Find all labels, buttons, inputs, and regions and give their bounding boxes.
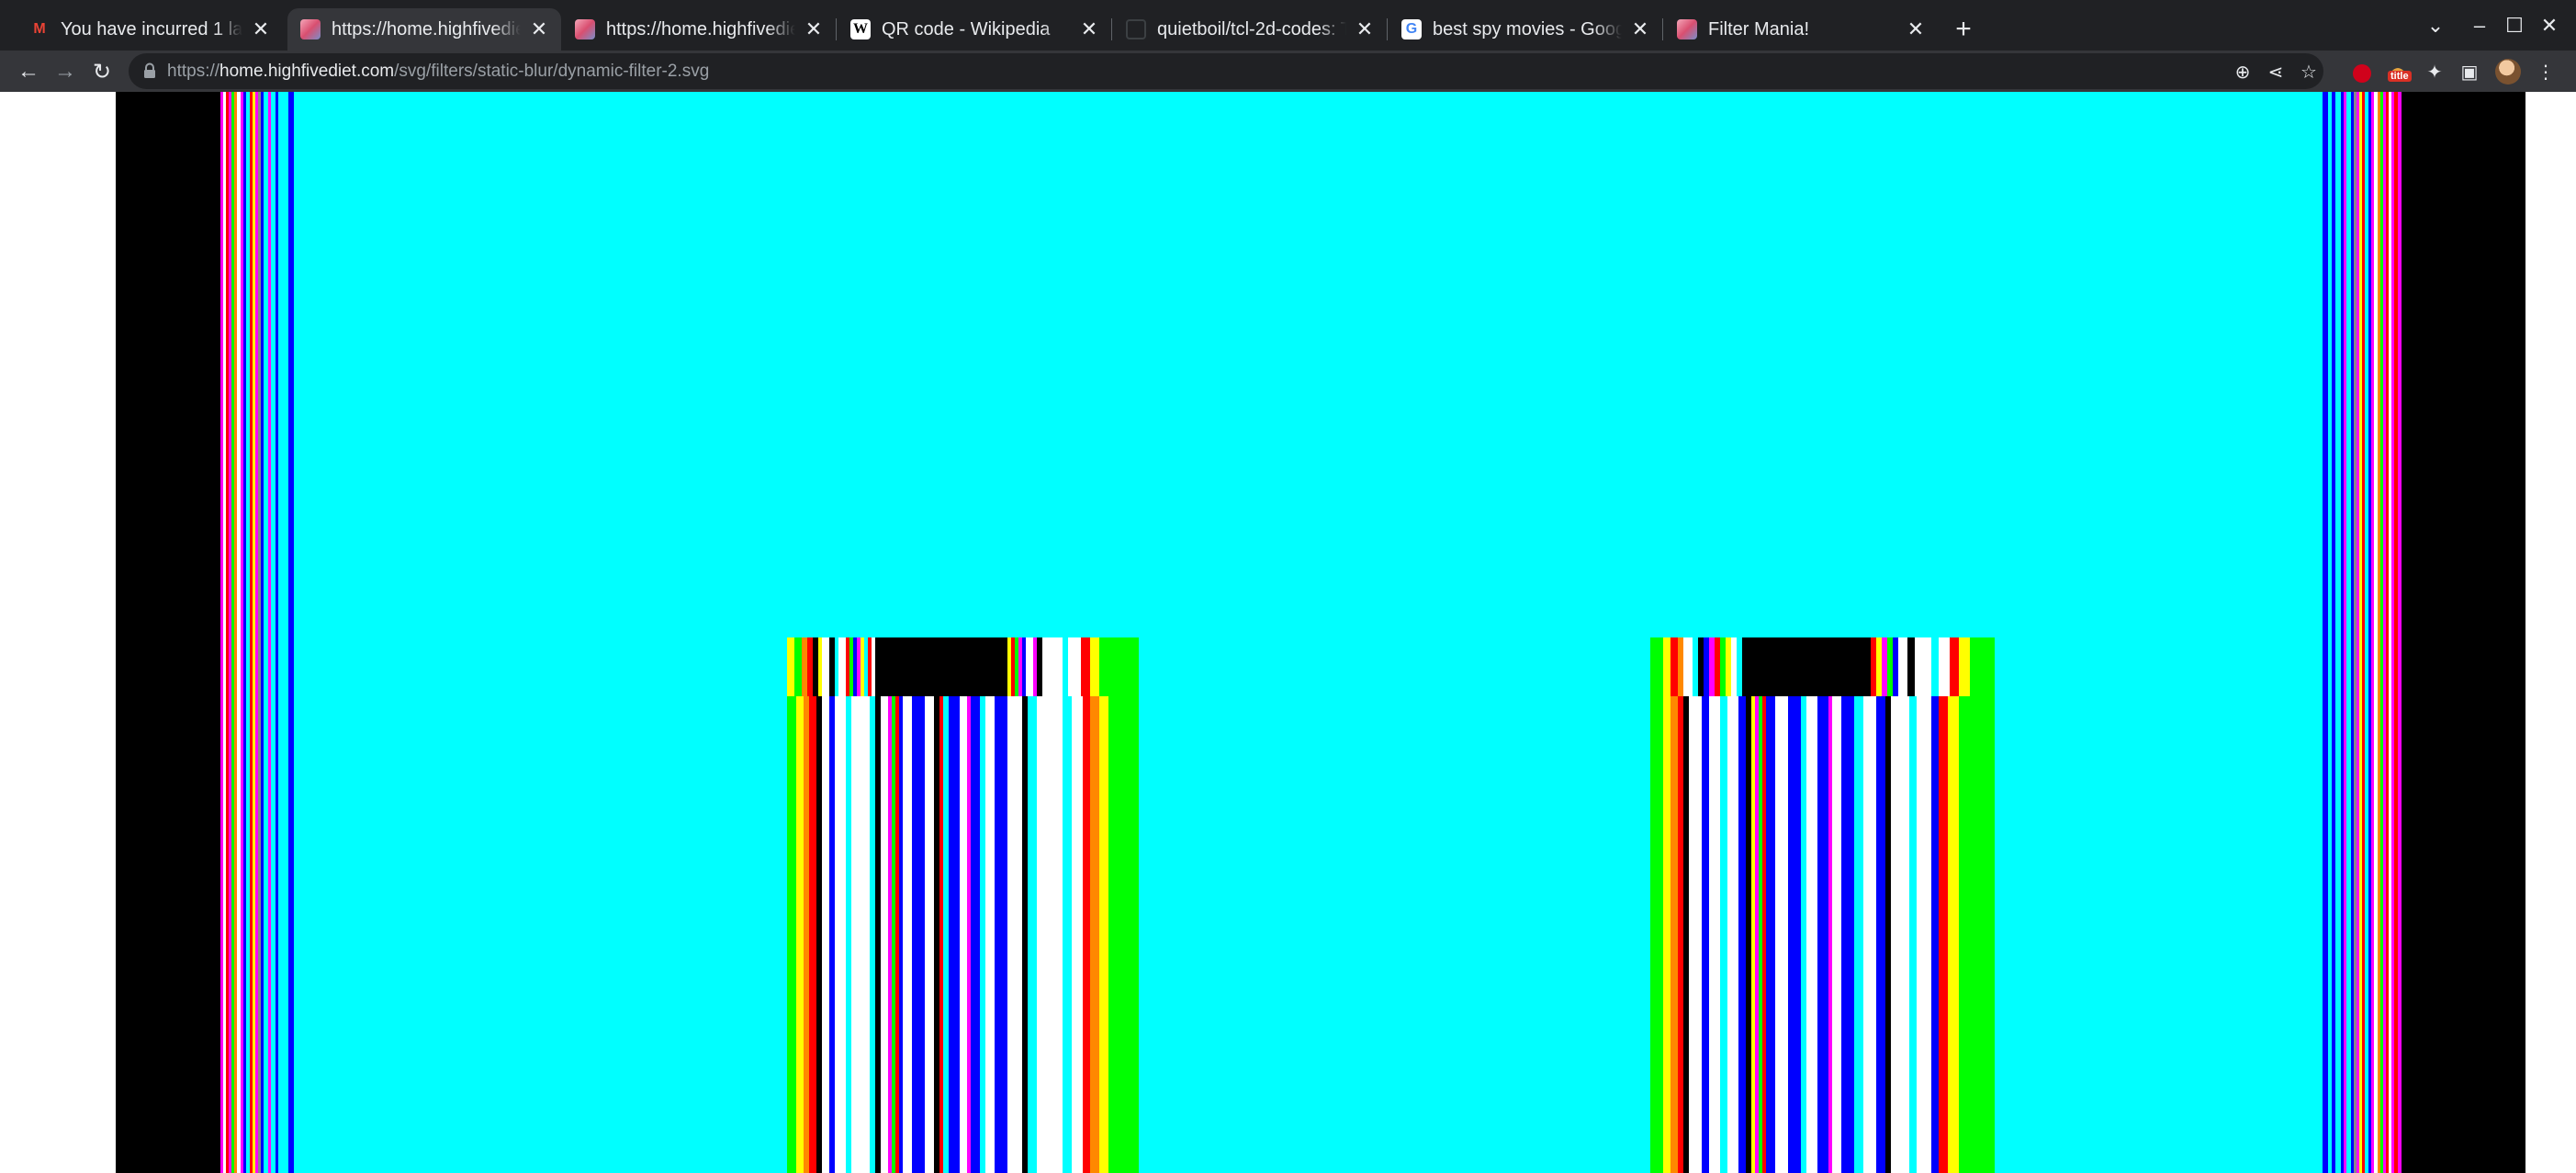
- tab-filter-mania[interactable]: Filter Mania! ✕: [1664, 8, 1938, 51]
- side-panel-icon[interactable]: ▣: [2456, 58, 2483, 85]
- title-badge: title: [2388, 71, 2412, 82]
- wikipedia-icon: W: [850, 19, 871, 39]
- tab-close-icon[interactable]: ✕: [803, 17, 825, 40]
- left-stripe-band: [220, 92, 298, 1173]
- tab-strip: M You have incurred 1 large ✕ https://ho…: [0, 0, 2576, 51]
- tab-close-icon[interactable]: ✕: [1354, 17, 1376, 40]
- share-icon[interactable]: ⋖: [2261, 57, 2290, 86]
- tab-title: best spy movies - Google: [1433, 18, 1622, 39]
- tab-close-icon[interactable]: ✕: [1078, 17, 1100, 40]
- gmail-icon: M: [33, 21, 46, 37]
- tab-qr-code-wikipedia[interactable]: W QR code - Wikipedia ✕: [838, 8, 1111, 51]
- extension-title-icon[interactable]: title: [2384, 58, 2412, 85]
- left-pillar: [787, 637, 1139, 1173]
- new-tab-button[interactable]: +: [1947, 13, 1980, 46]
- github-icon: [1126, 19, 1146, 39]
- tab-close-icon[interactable]: ✕: [1905, 17, 1927, 40]
- tab-title: Filter Mania!: [1708, 18, 1810, 39]
- pink-filter-icon: [1677, 19, 1697, 39]
- tab-title: quietboil/tcl-2d-codes: TC: [1157, 18, 1346, 39]
- tab-separator: [1662, 18, 1663, 40]
- tab-title: https://home.highfivediet: [332, 18, 521, 39]
- tab-title: QR code - Wikipedia: [882, 18, 1051, 39]
- minimize-button[interactable]: –: [2461, 7, 2498, 44]
- maximize-button[interactable]: ☐: [2496, 7, 2533, 44]
- tab-search-button[interactable]: ⌄: [2417, 7, 2454, 44]
- window-close-button[interactable]: ✕: [2531, 7, 2568, 44]
- tab-gmail[interactable]: M You have incurred 1 large ✕: [17, 8, 283, 51]
- url-text[interactable]: https://home.highfivediet.com/svg/filter…: [167, 53, 709, 89]
- url-host: home.highfivediet.com: [219, 62, 395, 81]
- tab-close-icon[interactable]: ✕: [528, 17, 550, 40]
- tab-separator: [1387, 18, 1388, 40]
- url-scheme: https://: [167, 62, 220, 81]
- reload-button[interactable]: ↻: [84, 54, 119, 89]
- tab-github[interactable]: quietboil/tcl-2d-codes: TC ✕: [1113, 8, 1387, 51]
- bookmark-star-icon[interactable]: ☆: [2294, 57, 2323, 86]
- tab-close-icon[interactable]: ✕: [250, 17, 272, 40]
- pink-filter-icon: [300, 19, 321, 39]
- tab-google-search[interactable]: G best spy movies - Google ✕: [1389, 8, 1662, 51]
- page-viewport: [0, 92, 2576, 1173]
- extensions-puzzle-icon[interactable]: ✦: [2421, 58, 2448, 85]
- pink-filter-icon: [575, 19, 595, 39]
- tab-separator: [1111, 18, 1112, 40]
- profile-avatar[interactable]: [2495, 59, 2521, 85]
- cyan-background: [294, 92, 2319, 1173]
- right-pillar-cap-shadow: [1773, 637, 1871, 696]
- chrome-menu-icon[interactable]: ⋮: [2532, 58, 2559, 85]
- right-pillar: [1650, 637, 1995, 1173]
- address-bar[interactable]: https://home.highfivediet.com/svg/filter…: [129, 53, 2323, 89]
- left-pillar-cap-shadow: [916, 637, 1007, 696]
- browser-toolbar: ← → ↻ https://home.highfivediet.com/svg/…: [0, 51, 2576, 92]
- tab-dynamic-filter-2[interactable]: https://home.highfivediet ✕: [287, 8, 561, 51]
- red-badge-icon: [2353, 64, 2371, 83]
- lock-icon[interactable]: [143, 62, 156, 79]
- url-path: /svg/filters/static-blur/dynamic-filter-…: [394, 62, 710, 81]
- tab-highfivediet[interactable]: https://home.highfivediet ✕: [562, 8, 836, 51]
- left-pillar-shaft: [787, 696, 1139, 1173]
- tab-title: You have incurred 1 large: [61, 18, 242, 39]
- back-button[interactable]: ←: [11, 54, 46, 89]
- right-pillar-shaft: [1650, 696, 1995, 1173]
- tab-close-icon[interactable]: ✕: [1629, 17, 1651, 40]
- zoom-icon[interactable]: ⊕: [2228, 57, 2257, 86]
- extension-red-icon[interactable]: [2348, 58, 2376, 85]
- tab-title: https://home.highfivediet: [606, 18, 795, 39]
- tab-separator: [836, 18, 837, 40]
- forward-button[interactable]: →: [48, 54, 83, 89]
- google-icon: G: [1401, 19, 1422, 39]
- right-stripe-band: [2319, 92, 2420, 1173]
